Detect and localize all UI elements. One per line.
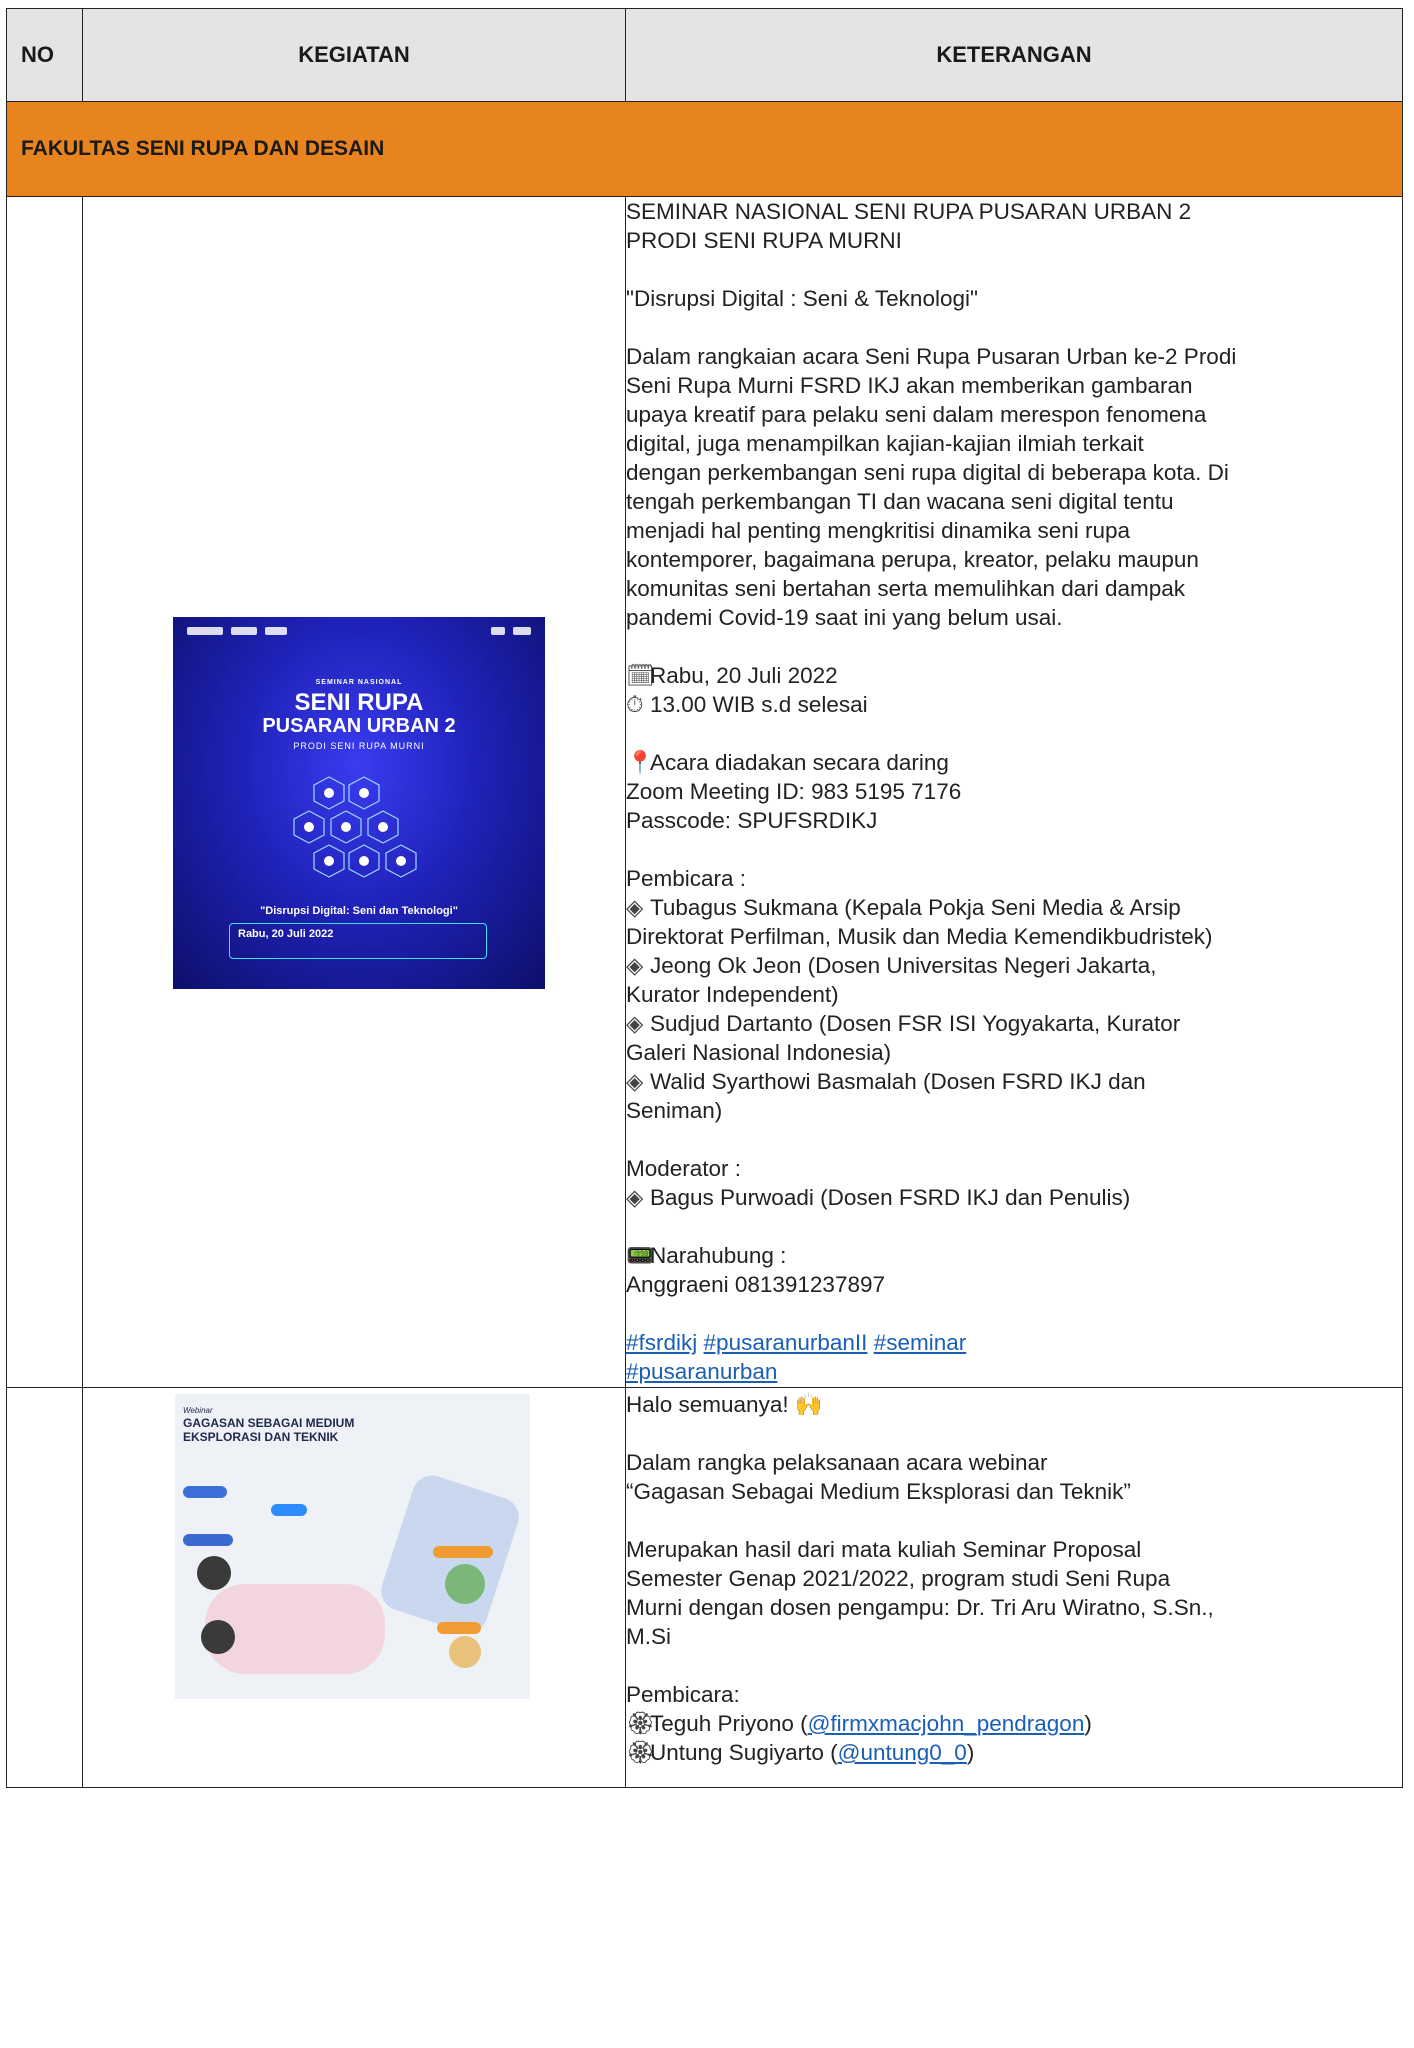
keterangan-cell: SEMINAR NASIONAL SENI RUPA PUSARAN URBAN… bbox=[625, 196, 1403, 1388]
intro-line: Dalam rangka pelaksanaan acara webinar bbox=[626, 1450, 1048, 1475]
greeting: Halo semuanya! 🙌 bbox=[626, 1392, 823, 1417]
poster-webinar-label: Webinar bbox=[183, 1406, 213, 1415]
diamond-bullet-icon: ◈ bbox=[626, 1185, 644, 1210]
event-title: SEMINAR NASIONAL SENI RUPA PUSARAN URBAN… bbox=[626, 199, 1192, 224]
hashtag-link[interactable]: #seminar bbox=[874, 1330, 967, 1355]
poster-hexagon-graphic bbox=[293, 776, 417, 878]
fancy-bullet-icon: 🏵 bbox=[626, 1740, 655, 1765]
hashtag-link[interactable]: #fsrdikj bbox=[626, 1330, 697, 1355]
speaker-item: 🏵Teguh Priyono (@firmxmacjohn_pendragon) bbox=[626, 1711, 1092, 1736]
instagram-handle-link[interactable]: @firmxmacjohn_pendragon bbox=[808, 1711, 1085, 1736]
event-venue: 📍Acara diadakan secara daring bbox=[626, 750, 949, 775]
row-number-cell bbox=[6, 196, 83, 1388]
intro-line: “Gagasan Sebagai Medium Eksplorasi dan T… bbox=[626, 1479, 1131, 1504]
speaker-item-cont: Galeri Nasional Indonesia) bbox=[626, 1040, 892, 1065]
header-kegiatan: KEGIATAN bbox=[82, 8, 626, 102]
location-pin-icon: 📍 bbox=[626, 750, 655, 775]
table-row: SEMINAR NASIONAL SENI RUPA PUSARAN URBAN… bbox=[6, 196, 1403, 1388]
speaker-item: ◈ Tubagus Sukmana (Kepala Pokja Seni Medi… bbox=[626, 895, 1181, 920]
webinar-poster-image: Webinar GAGASAN SEBAGAI MEDIUM EKSPLORAS… bbox=[175, 1394, 530, 1699]
moderator-item: ◈ Bagus Purwoadi (Dosen FSRD IKJ dan Penu… bbox=[626, 1185, 1131, 1210]
diamond-bullet-icon: ◈ bbox=[626, 895, 644, 920]
phone-icon: 📟 bbox=[626, 1243, 655, 1268]
event-theme: "Disrupsi Digital : Seni & Teknologi" bbox=[626, 286, 978, 311]
contact-label: 📟Narahubung : bbox=[626, 1243, 787, 1268]
desc-line: tengah perkembangan TI dan wacana seni d… bbox=[626, 489, 1174, 514]
poster-seminar-label: SEMINAR NASIONAL bbox=[315, 679, 403, 686]
seminar-poster-image: SEMINAR NASIONAL SENI RUPA PUSARAN URBAN… bbox=[173, 617, 545, 989]
contact-value: Anggraeni 081391237897 bbox=[626, 1272, 885, 1297]
event-time: ⏱ 13.00 WIB s.d selesai bbox=[626, 692, 868, 717]
fancy-bullet-icon: 🏵 bbox=[626, 1711, 655, 1736]
desc-line: dengan perkembangan seni rupa digital di… bbox=[626, 460, 1229, 485]
header-no: NO bbox=[6, 8, 83, 102]
desc-line: Seni Rupa Murni FSRD IKJ akan memberikan… bbox=[626, 373, 1193, 398]
poster-webinar-title: GAGASAN SEBAGAI MEDIUM EKSPLORASI DAN TE… bbox=[183, 1416, 355, 1444]
poster-date: Rabu, 20 Juli 2022 bbox=[238, 928, 334, 940]
desc-line: digital, juga menampilkan kajian-kajian … bbox=[626, 431, 1144, 456]
speaker-item: ◈ Jeong Ok Jeon (Dosen Universitas Negeri… bbox=[626, 953, 1157, 978]
speaker-item: ◈ Walid Syarthowi Basmalah (Dosen FSRD IK… bbox=[626, 1069, 1146, 1094]
clock-icon: ⏱ bbox=[626, 692, 644, 717]
speakers-label: Pembicara: bbox=[626, 1682, 740, 1707]
keterangan-cell: Halo semuanya! 🙌 Dalam rangka pelaksanaa… bbox=[625, 1387, 1403, 1788]
desc-line: Dalam rangkaian acara Seni Rupa Pusaran … bbox=[626, 344, 1237, 369]
speaker-item: ◈ Sudjud Dartanto (Dosen FSR ISI Yogyakar… bbox=[626, 1011, 1181, 1036]
hashtag-link[interactable]: #pusaranurban bbox=[626, 1359, 777, 1384]
zoom-id: Zoom Meeting ID: 983 5195 7176 bbox=[626, 779, 962, 804]
table-header-row: NO KEGIATAN KETERANGAN bbox=[6, 8, 1403, 102]
poster-quote: "Disrupsi Digital: Seni dan Teknologi" bbox=[260, 905, 458, 917]
diamond-bullet-icon: ◈ bbox=[626, 953, 644, 978]
document-page: NO KEGIATAN KETERANGAN FAKULTAS SENI RUP… bbox=[0, 0, 1414, 2048]
speaker-item-cont: Kurator Independent) bbox=[626, 982, 839, 1007]
raised-hands-icon: 🙌 bbox=[794, 1392, 823, 1417]
speaker-item-cont: Direktorat Perfilman, Musik dan Media Ke… bbox=[626, 924, 1213, 949]
body-line: Murni dengan dosen pengampu: Dr. Tri Aru… bbox=[626, 1595, 1214, 1620]
speakers-label: Pembicara : bbox=[626, 866, 747, 891]
desc-line: pandemi Covid-19 saat ini yang belum usa… bbox=[626, 605, 1063, 630]
hashtag-link[interactable]: #pusaranurbanII bbox=[704, 1330, 868, 1355]
body-line: M.Si bbox=[626, 1624, 671, 1649]
faculty-row: FAKULTAS SENI RUPA DAN DESAIN bbox=[6, 101, 1403, 197]
moderator-label: Moderator : bbox=[626, 1156, 742, 1181]
row-number-cell bbox=[6, 1387, 83, 1788]
header-keterangan: KETERANGAN bbox=[625, 8, 1403, 102]
hashtags-line2: #pusaranurban bbox=[626, 1357, 1402, 1386]
calendar-icon: 🗓 bbox=[626, 663, 655, 688]
kegiatan-cell: SEMINAR NASIONAL SENI RUPA PUSARAN URBAN… bbox=[82, 196, 626, 1388]
poster-title-line2: PUSARAN URBAN 2 bbox=[262, 715, 456, 737]
desc-line: kontemporer, bagaimana perupa, kreator, … bbox=[626, 547, 1199, 572]
diamond-bullet-icon: ◈ bbox=[626, 1069, 644, 1094]
poster-logos bbox=[187, 627, 531, 645]
event-date: 🗓Rabu, 20 Juli 2022 bbox=[626, 663, 838, 688]
desc-line: menjadi hal penting mengkritisi dinamika… bbox=[626, 518, 1131, 543]
activity-table: NO KEGIATAN KETERANGAN FAKULTAS SENI RUP… bbox=[6, 8, 1403, 1788]
table-row: Webinar GAGASAN SEBAGAI MEDIUM EKSPLORAS… bbox=[6, 1387, 1403, 1788]
body-line: Merupakan hasil dari mata kuliah Seminar… bbox=[626, 1537, 1142, 1562]
poster-title-line3: PRODI SENI RUPA MURNI bbox=[293, 741, 425, 751]
hashtags: #fsrdikj #pusaranurbanII #seminar bbox=[626, 1328, 1402, 1357]
event-subtitle: PRODI SENI RUPA MURNI bbox=[626, 228, 902, 253]
instagram-handle-link[interactable]: @untung0_0 bbox=[838, 1740, 967, 1765]
poster-info-box: Rabu, 20 Juli 2022 bbox=[229, 923, 487, 959]
speaker-item-cont: Seniman) bbox=[626, 1098, 723, 1123]
body-line: Semester Genap 2021/2022, program studi … bbox=[626, 1566, 1171, 1591]
desc-line: upaya kreatif para pelaku seni dalam mer… bbox=[626, 402, 1207, 427]
kegiatan-cell: Webinar GAGASAN SEBAGAI MEDIUM EKSPLORAS… bbox=[82, 1387, 626, 1788]
desc-line: komunitas seni bertahan serta memulihkan… bbox=[626, 576, 1186, 601]
poster-title-line1: SENI RUPA bbox=[294, 689, 424, 716]
zoom-passcode: Passcode: SPUFSRDIKJ bbox=[626, 808, 878, 833]
speaker-item: 🏵Untung Sugiyarto (@untung0_0) bbox=[626, 1740, 975, 1765]
diamond-bullet-icon: ◈ bbox=[626, 1011, 644, 1036]
faculty-label: FAKULTAS SENI RUPA DAN DESAIN bbox=[6, 101, 1403, 197]
